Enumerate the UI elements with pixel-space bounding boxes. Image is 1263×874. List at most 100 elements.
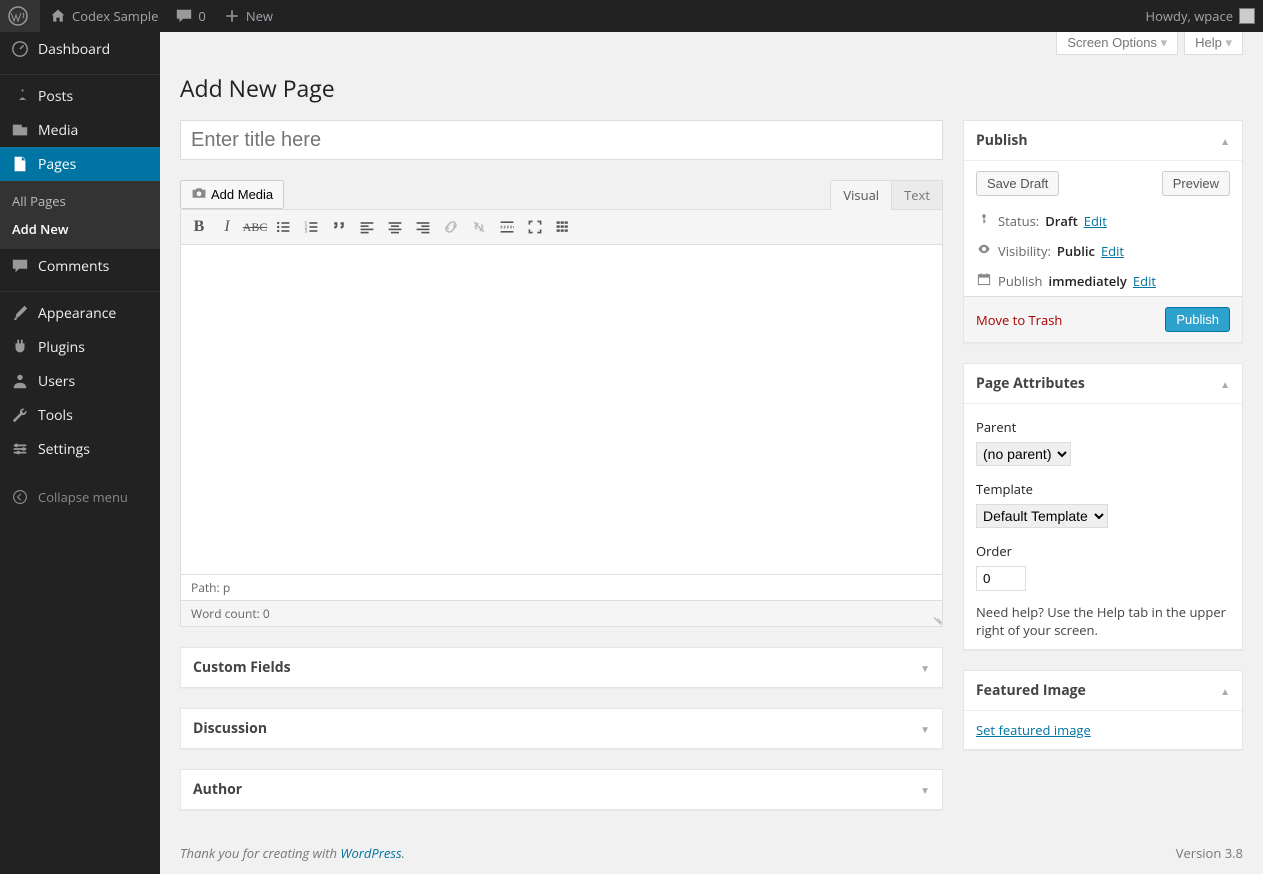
status-row: Status: Draft Edit	[964, 206, 1242, 236]
menu-media[interactable]: Media	[0, 113, 160, 147]
menu-appearance[interactable]: Appearance	[0, 296, 160, 330]
add-media-button[interactable]: Add Media	[180, 180, 284, 209]
custom-fields-toggle[interactable]: Custom Fields▼	[181, 648, 942, 687]
caret-down-icon: ▼	[920, 722, 930, 736]
pushpin-icon	[10, 86, 30, 106]
submenu-all-pages[interactable]: All Pages	[0, 187, 160, 215]
media-icon	[10, 120, 30, 140]
submenu-pages: All Pages Add New	[0, 181, 160, 249]
page-attrs-help-text: Need help? Use the Help tab in the upper…	[976, 603, 1230, 639]
align-right-button[interactable]	[409, 213, 437, 241]
author-toggle[interactable]: Author▼	[181, 770, 942, 809]
submenu-add-new[interactable]: Add New	[0, 215, 160, 243]
visibility-row: Visibility: Public Edit	[964, 236, 1242, 266]
wrench-icon	[10, 405, 30, 425]
align-left-button[interactable]	[353, 213, 381, 241]
publish-box: Publish▲ Save Draft Preview Status: Draf…	[963, 120, 1243, 343]
comments-link[interactable]: 0	[166, 0, 213, 32]
screen-options-button[interactable]: Screen Options ▾	[1056, 32, 1178, 55]
greeting-text: Howdy, wpace	[1146, 7, 1233, 25]
wp-logo[interactable]	[0, 0, 40, 32]
page-title: Add New Page	[180, 63, 1243, 120]
sliders-icon	[10, 439, 30, 459]
page-attributes-box: Page Attributes▲ Parent (no parent) Temp…	[963, 363, 1243, 650]
editor-tab-text[interactable]: Text	[891, 180, 943, 210]
key-icon	[976, 212, 992, 230]
comments-count: 0	[198, 7, 205, 25]
caret-down-icon: ▼	[920, 783, 930, 797]
save-draft-button[interactable]: Save Draft	[976, 171, 1059, 196]
caret-down-icon: ▼	[920, 661, 930, 675]
edit-schedule-link[interactable]: Edit	[1133, 272, 1156, 290]
page-icon	[10, 154, 30, 174]
schedule-row: Publish immediately Edit	[964, 266, 1242, 296]
my-account[interactable]: Howdy, wpace	[1138, 0, 1263, 32]
editor-content-area[interactable]	[180, 245, 943, 575]
new-content-link[interactable]: New	[214, 0, 281, 32]
caret-up-icon: ▲	[1220, 377, 1230, 391]
camera-music-icon	[191, 185, 207, 204]
number-list-button[interactable]: 123	[297, 213, 325, 241]
strikethrough-button[interactable]: ABC	[241, 213, 269, 241]
menu-posts[interactable]: Posts	[0, 79, 160, 113]
editor-tab-visual[interactable]: Visual	[830, 180, 891, 210]
align-center-button[interactable]	[381, 213, 409, 241]
kitchen-sink-button[interactable]	[549, 213, 577, 241]
bold-button[interactable]: B	[185, 213, 213, 241]
featured-image-header[interactable]: Featured Image▲	[964, 671, 1242, 711]
plug-icon	[10, 337, 30, 357]
move-to-trash-link[interactable]: Move to Trash	[976, 311, 1062, 329]
discussion-box: Discussion▼	[180, 708, 943, 749]
unlink-button[interactable]	[465, 213, 493, 241]
users-icon	[10, 371, 30, 391]
discussion-toggle[interactable]: Discussion▼	[181, 709, 942, 748]
insert-more-button[interactable]	[493, 213, 521, 241]
menu-dashboard[interactable]: Dashboard	[0, 32, 160, 66]
blockquote-button[interactable]	[325, 213, 353, 241]
resize-handle-icon[interactable]	[928, 612, 940, 624]
menu-comments[interactable]: Comments	[0, 249, 160, 283]
parent-select[interactable]: (no parent)	[976, 442, 1071, 466]
publish-box-header[interactable]: Publish▲	[964, 121, 1242, 161]
edit-status-link[interactable]: Edit	[1084, 212, 1107, 230]
preview-button[interactable]: Preview	[1162, 171, 1230, 196]
caret-down-icon: ▾	[1161, 35, 1168, 50]
calendar-icon	[976, 272, 992, 290]
comments-icon	[10, 256, 30, 276]
footer-version: Version 3.8	[1176, 844, 1243, 862]
page-attributes-header[interactable]: Page Attributes▲	[964, 364, 1242, 404]
caret-down-icon: ▾	[1225, 35, 1232, 50]
editor-wordcount-bar: Word count: 0	[180, 601, 943, 627]
wordpress-link[interactable]: WordPress	[340, 844, 401, 862]
link-button[interactable]	[437, 213, 465, 241]
bullet-list-button[interactable]	[269, 213, 297, 241]
template-select[interactable]: Default Template	[976, 504, 1108, 528]
menu-users[interactable]: Users	[0, 364, 160, 398]
new-content-label: New	[246, 7, 273, 25]
menu-plugins[interactable]: Plugins	[0, 330, 160, 364]
menu-settings[interactable]: Settings	[0, 432, 160, 466]
user-avatar-icon	[1239, 8, 1255, 24]
footer-thanks: Thank you for creating with WordPress.	[180, 844, 405, 862]
title-input[interactable]	[180, 120, 943, 160]
help-button[interactable]: Help ▾	[1184, 32, 1243, 55]
home-icon	[48, 6, 68, 26]
site-name-link[interactable]: Codex Sample	[40, 0, 166, 32]
menu-separator	[0, 70, 160, 75]
italic-button[interactable]: I	[213, 213, 241, 241]
fullscreen-button[interactable]	[521, 213, 549, 241]
editor-toolbar: B I ABC 123	[180, 209, 943, 245]
order-input[interactable]	[976, 566, 1026, 591]
menu-separator	[0, 287, 160, 292]
collapse-menu[interactable]: Collapse menu	[0, 480, 160, 514]
set-featured-image-link[interactable]: Set featured image	[976, 721, 1091, 739]
order-label: Order	[976, 542, 1230, 560]
edit-visibility-link[interactable]: Edit	[1101, 242, 1124, 260]
menu-tools[interactable]: Tools	[0, 398, 160, 432]
parent-label: Parent	[976, 418, 1230, 436]
collapse-icon	[10, 487, 30, 507]
publish-button[interactable]: Publish	[1165, 307, 1230, 332]
author-box: Author▼	[180, 769, 943, 810]
menu-pages[interactable]: Pages	[0, 147, 160, 181]
custom-fields-box: Custom Fields▼	[180, 647, 943, 688]
